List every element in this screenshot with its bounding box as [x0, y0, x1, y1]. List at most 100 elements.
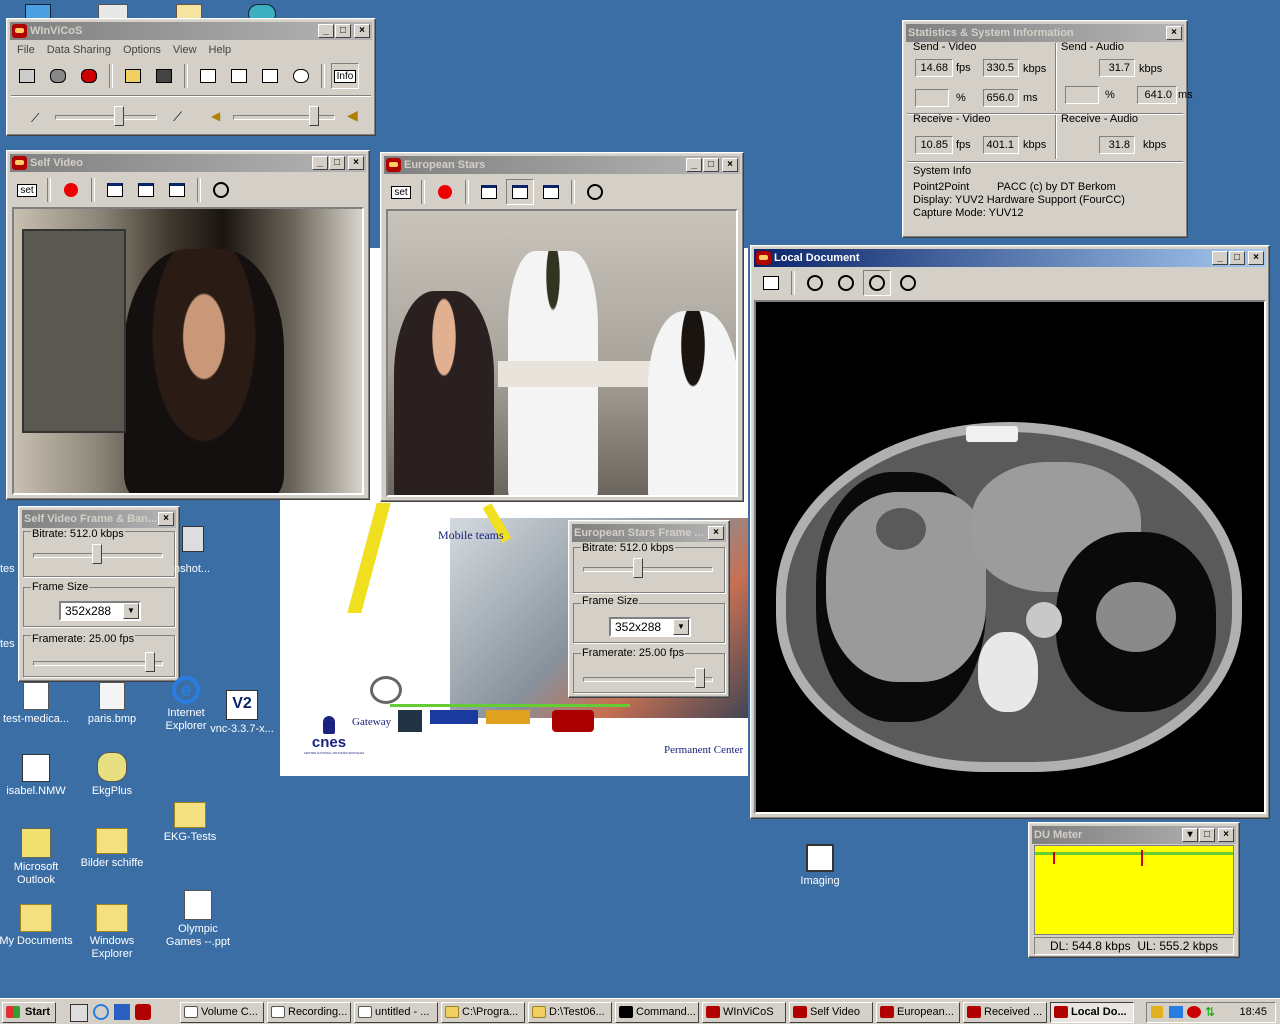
self-bitrate-slider[interactable]	[92, 544, 102, 564]
connect-button[interactable]	[44, 63, 72, 89]
record-button[interactable]	[431, 179, 459, 205]
set-button[interactable]: set	[13, 177, 41, 203]
eu-bitrate-slider[interactable]	[632, 558, 643, 578]
taskbar-winvicos[interactable]: WInViCoS	[702, 1002, 786, 1023]
zoom-1-1-button[interactable]	[863, 270, 891, 296]
zoom-2-1-button[interactable]	[894, 270, 922, 296]
menu-view[interactable]: View	[167, 42, 203, 60]
close-button[interactable]: ×	[708, 526, 724, 540]
open-button[interactable]	[119, 63, 147, 89]
minimize-button[interactable]: _	[318, 24, 334, 38]
ie-quick-icon[interactable]	[93, 1004, 109, 1020]
du-meter-titlebar[interactable]: DU Meter ▾ □ ×	[1032, 826, 1236, 844]
desktop-icon-isabel[interactable]: isabel.NMW	[0, 754, 74, 798]
close-button[interactable]: ×	[1218, 828, 1234, 842]
taskbar-received[interactable]: Received ...	[963, 1002, 1047, 1023]
maximize-button[interactable]: □	[1199, 828, 1215, 842]
network-icon[interactable]	[1169, 1006, 1183, 1018]
document-button[interactable]	[194, 63, 222, 89]
document-send-button[interactable]	[757, 270, 785, 296]
taskbar-recording[interactable]: Recording...	[267, 1002, 351, 1023]
menu-data-sharing[interactable]: Data Sharing	[41, 42, 117, 60]
european-stars-titlebar[interactable]: European Stars _ □ ×	[384, 156, 740, 174]
zoom-1-1-button[interactable]	[207, 177, 235, 203]
desktop-icon-olympic-games[interactable]: Olympic Games --.ppt	[160, 890, 236, 949]
zoom-1-2-button[interactable]	[832, 270, 860, 296]
hangup-button[interactable]	[75, 63, 103, 89]
size-small-button[interactable]	[101, 177, 129, 203]
app-sharing-button[interactable]	[256, 63, 284, 89]
du-meter-tray-icon[interactable]: ⇅	[1205, 1005, 1219, 1019]
close-button[interactable]: ×	[354, 24, 370, 38]
close-button[interactable]: ×	[158, 512, 174, 526]
self-framesize-select[interactable]: 352x288 ▼	[59, 601, 141, 621]
outlook-quick-icon[interactable]	[114, 1004, 130, 1020]
size-small-button[interactable]	[475, 179, 503, 205]
minimize-button[interactable]: _	[312, 156, 328, 170]
desktop-icon-paris[interactable]: paris.bmp	[74, 682, 150, 726]
menu-help[interactable]: Help	[203, 42, 238, 60]
size-large-button[interactable]	[163, 177, 191, 203]
set-button[interactable]: set	[387, 179, 415, 205]
speaker-icon[interactable]	[1151, 1006, 1163, 1018]
address-book-button[interactable]	[13, 63, 41, 89]
zoom-1-4-button[interactable]	[801, 270, 829, 296]
self-frame-titlebar[interactable]: Self Video Frame & Ban... ×	[22, 510, 176, 528]
desktop-icon-tes-2[interactable]: tes	[0, 638, 46, 673]
desktop-icon-outlook[interactable]: Microsoft Outlook	[0, 828, 74, 887]
desktop-icon-test-medical[interactable]: test-medica...	[0, 682, 74, 726]
close-button[interactable]: ×	[1248, 251, 1264, 265]
desktop-icon-vnc[interactable]: V2 vnc-3.3.7-x...	[204, 690, 280, 736]
desktop-quick-icon[interactable]	[70, 1004, 88, 1022]
desktop-icon-bilder-schiffe[interactable]: Bilder schiffe	[74, 828, 150, 870]
clock[interactable]: 18:45	[1239, 1006, 1267, 1018]
taskbar-programs-folder[interactable]: C:\Progra...	[441, 1002, 525, 1023]
whiteboard-button[interactable]	[225, 63, 253, 89]
statistics-titlebar[interactable]: Statistics & System Information ×	[906, 24, 1184, 42]
record-button[interactable]	[57, 177, 85, 203]
maximize-button[interactable]: □	[1229, 251, 1245, 265]
close-button[interactable]: ×	[348, 156, 364, 170]
desktop-icon-ekgplus[interactable]: EkgPlus	[74, 752, 150, 798]
zoom-1-1-button[interactable]	[581, 179, 609, 205]
mic-volume-slider[interactable]	[114, 106, 124, 126]
size-medium-button[interactable]	[132, 177, 160, 203]
taskbar-volume[interactable]: Volume C...	[180, 1002, 264, 1023]
eu-frame-titlebar[interactable]: European Stars Frame ... ×	[572, 524, 726, 542]
taskbar-command[interactable]: Command...	[615, 1002, 699, 1023]
acrobat-icon[interactable]	[1187, 1006, 1201, 1018]
local-document-titlebar[interactable]: Local Document _ □ ×	[754, 249, 1266, 267]
minimize-button[interactable]: _	[686, 158, 702, 172]
winvicos-titlebar[interactable]: WInViCoS _ □ ×	[10, 22, 372, 40]
desktop-icon-screenshot[interactable]: nshot...	[160, 526, 236, 575]
eu-framerate-slider[interactable]	[695, 668, 706, 688]
menu-button[interactable]: ▾	[1182, 828, 1198, 842]
taskbar-european-stars[interactable]: European...	[876, 1002, 960, 1023]
speaker-volume-slider[interactable]	[309, 106, 319, 126]
desktop-icon-my-documents[interactable]: My Documents	[0, 904, 74, 948]
desktop-icon-imaging[interactable]: Imaging	[782, 844, 858, 888]
desktop-icon-tes-1[interactable]: tes	[0, 563, 46, 598]
desktop-icon-windows-explorer[interactable]: Windows Explorer	[74, 904, 150, 961]
maximize-button[interactable]: □	[335, 24, 351, 38]
chat-button[interactable]	[287, 63, 315, 89]
snapshot-button[interactable]	[150, 63, 178, 89]
size-medium-button[interactable]	[506, 179, 534, 205]
winvicos-quick-icon[interactable]	[135, 1004, 151, 1020]
eu-framesize-select[interactable]: 352x288 ▼	[609, 617, 691, 637]
start-button[interactable]: Start	[2, 1002, 56, 1023]
menu-file[interactable]: File	[11, 42, 41, 60]
info-button[interactable]: Info	[331, 63, 359, 89]
self-video-titlebar[interactable]: Self Video _ □ ×	[10, 154, 366, 172]
size-large-button[interactable]	[537, 179, 565, 205]
maximize-button[interactable]: □	[329, 156, 345, 170]
self-framerate-slider[interactable]	[145, 652, 156, 672]
taskbar-local-document[interactable]: Local Do...	[1050, 1002, 1134, 1023]
taskbar-self-video[interactable]: Self Video	[789, 1002, 873, 1023]
close-button[interactable]: ×	[722, 158, 738, 172]
minimize-button[interactable]: _	[1212, 251, 1228, 265]
taskbar-test-folder[interactable]: D:\Test06...	[528, 1002, 612, 1023]
desktop-icon-ekg-tests[interactable]: EKG-Tests	[152, 802, 228, 844]
menu-options[interactable]: Options	[117, 42, 167, 60]
close-button[interactable]: ×	[1166, 26, 1182, 40]
